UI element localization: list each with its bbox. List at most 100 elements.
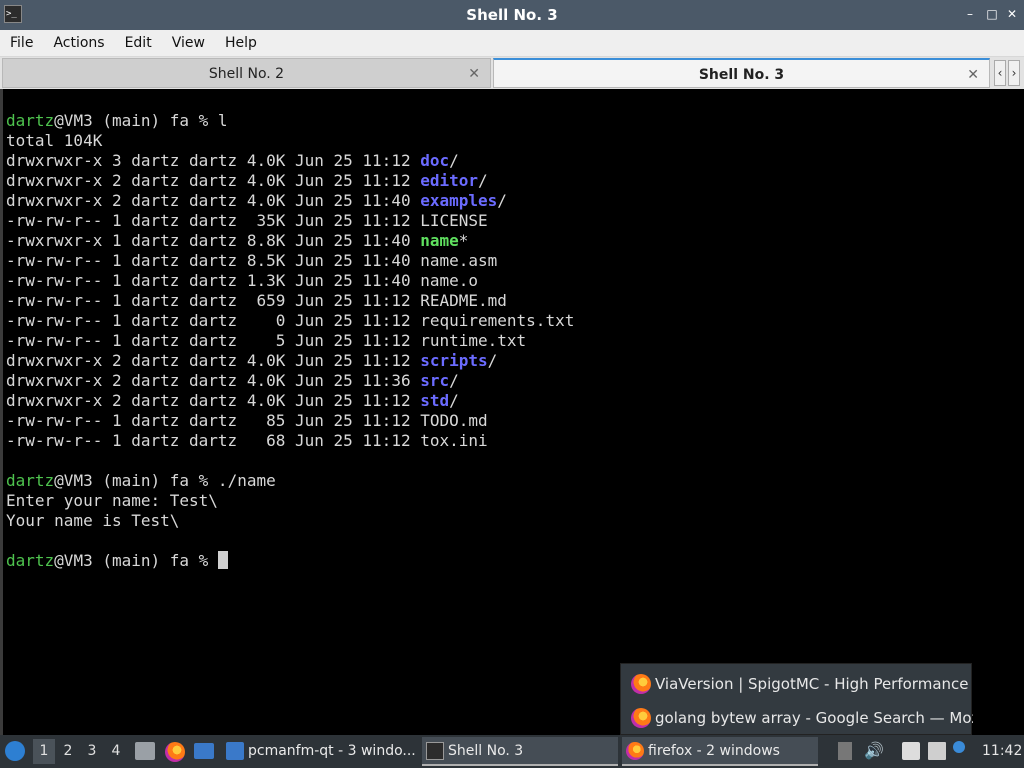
desktop-3[interactable]: 3 — [81, 739, 103, 764]
tab-label: Shell No. 3 — [698, 67, 785, 83]
window-title: Shell No. 3 — [466, 6, 558, 24]
terminal-output: dartz@VM3 (main) fa % l total 104K drwxrwx… — [6, 111, 574, 571]
terminal-text: -rw-rw-r-- 1 dartz dartz 8.5K Jun 25 11:… — [6, 251, 498, 270]
terminal-line: -rw-rw-r-- 1 dartz dartz 85 Jun 25 11:12… — [6, 411, 574, 431]
tab-scroll-right-icon[interactable]: › — [1008, 60, 1020, 86]
terminal-text: drwxrwxr-x 3 dartz dartz 4.0K Jun 25 11:… — [6, 151, 421, 170]
terminal-text: -rw-rw-r-- 1 dartz dartz 659 Jun 25 11:1… — [6, 291, 507, 310]
firefox-icon — [631, 674, 651, 694]
terminal-text: / — [449, 371, 459, 390]
terminal-line: dartz@VM3 (main) fa % ./name — [6, 471, 574, 491]
menu-help[interactable]: Help — [215, 30, 267, 56]
task-firefox[interactable]: firefox - 2 windows — [622, 737, 818, 766]
terminal-text: / — [449, 391, 459, 410]
close-tab-icon[interactable]: ✕ — [468, 59, 480, 89]
minimize-button[interactable]: – — [962, 6, 978, 22]
terminal-text: dartz — [6, 471, 55, 490]
tab-bar: Shell No. 2 ✕ Shell No. 3 ✕ — [0, 57, 1024, 89]
terminal-text: -rw-rw-r-- 1 dartz dartz 68 Jun 25 11:12… — [6, 431, 488, 450]
terminal-text: / — [449, 151, 459, 170]
task-shell-3[interactable]: Shell No. 3 — [422, 737, 618, 766]
maximize-button[interactable]: □ — [984, 6, 1000, 22]
terminal-text: examples — [420, 191, 498, 210]
update-notifier-icon[interactable] — [953, 741, 965, 753]
desktop-4[interactable]: 4 — [105, 739, 127, 764]
close-tab-icon[interactable]: ✕ — [967, 60, 979, 90]
terminal-text: std — [420, 391, 450, 410]
terminal-text: -rwxrwxr-x 1 dartz dartz 8.8K Jun 25 11:… — [6, 231, 421, 250]
terminal-text: @VM3 (main) fa % — [54, 551, 218, 570]
terminal-area[interactable]: dartz@VM3 (main) fa % l total 104K drwxrwx… — [0, 89, 1024, 735]
terminal-line: Enter your name: Test\ — [6, 491, 574, 511]
taskbar: 1 2 3 4 pcmanfm-qt - 3 windo... Shell No… — [0, 735, 1024, 768]
terminal-line: drwxrwxr-x 2 dartz dartz 4.0K Jun 25 11:… — [6, 371, 574, 391]
file-manager-launcher-icon[interactable] — [135, 742, 155, 760]
clipboard-icon[interactable] — [902, 742, 920, 760]
terminal-line: drwxrwxr-x 2 dartz dartz 4.0K Jun 25 11:… — [6, 171, 574, 191]
task-label: firefox - 2 windows — [648, 743, 780, 759]
title-bar[interactable]: >_ Shell No. 3 – □ ✕ — [0, 0, 1024, 30]
terminal-text: doc — [420, 151, 450, 170]
terminal-icon — [426, 742, 444, 760]
terminal-text: drwxrwxr-x 2 dartz dartz 4.0K Jun 25 11:… — [6, 351, 421, 370]
terminal-text: name — [420, 231, 459, 250]
menu-file[interactable]: File — [0, 30, 43, 56]
terminal-text: * — [458, 231, 469, 250]
terminal-text: dartz — [6, 111, 55, 130]
menu-view[interactable]: View — [162, 30, 215, 56]
terminal-text: total 104K — [6, 131, 103, 150]
terminal-text: drwxrwxr-x 2 dartz dartz 4.0K Jun 25 11:… — [6, 171, 421, 190]
firefox-launcher-icon[interactable] — [165, 742, 185, 762]
tray-up-arrow-icon[interactable] — [838, 742, 852, 760]
show-desktop-icon[interactable] — [194, 743, 214, 759]
tab-shell-2[interactable]: Shell No. 2 ✕ — [2, 58, 491, 88]
terminal-line: Your name is Test\ — [6, 511, 574, 531]
menu-edit[interactable]: Edit — [115, 30, 162, 56]
popup-item-viaversion[interactable]: ViaVersion | SpigotMC - High Performance… — [621, 667, 973, 701]
terminal-line: drwxrwxr-x 2 dartz dartz 4.0K Jun 25 11:… — [6, 391, 574, 411]
folder-icon — [226, 742, 244, 760]
start-menu-icon[interactable] — [5, 741, 25, 761]
terminal-text: @VM3 (main) fa % ./name — [54, 471, 276, 490]
terminal-line: -rw-rw-r-- 1 dartz dartz 659 Jun 25 11:1… — [6, 291, 574, 311]
tab-label: Shell No. 2 — [208, 66, 285, 82]
terminal-text: scripts — [420, 351, 488, 370]
terminal-line: total 104K — [6, 131, 574, 151]
firefox-icon — [631, 708, 651, 728]
terminal-text: Enter your name: Test\ — [6, 491, 218, 510]
terminal-text: -rw-rw-r-- 1 dartz dartz 35K Jun 25 11:1… — [6, 211, 488, 230]
terminal-line: -rw-rw-r-- 1 dartz dartz 8.5K Jun 25 11:… — [6, 251, 574, 271]
terminal-line: -rw-rw-r-- 1 dartz dartz 1.3K Jun 25 11:… — [6, 271, 574, 291]
menu-actions[interactable]: Actions — [43, 30, 114, 56]
clock[interactable]: 11:42 — [982, 735, 1022, 768]
popup-item-golang[interactable]: golang bytew array - Google Search — Moz… — [621, 701, 973, 735]
terminal-text: src — [420, 371, 450, 390]
desktop-1[interactable]: 1 — [33, 739, 55, 764]
terminal-text: editor — [420, 171, 479, 190]
network-icon[interactable] — [928, 742, 946, 760]
tab-shell-3[interactable]: Shell No. 3 ✕ — [493, 58, 990, 88]
terminal-text: drwxrwxr-x 2 dartz dartz 4.0K Jun 25 11:… — [6, 391, 421, 410]
volume-icon[interactable]: 🔊 — [864, 742, 884, 760]
task-pcmanfm[interactable]: pcmanfm-qt - 3 windo... — [222, 737, 418, 766]
terminal-text: / — [478, 171, 488, 190]
terminal-line: -rw-rw-r-- 1 dartz dartz 5 Jun 25 11:12 … — [6, 331, 574, 351]
terminal-text: -rw-rw-r-- 1 dartz dartz 5 Jun 25 11:12 … — [6, 331, 527, 350]
terminal-line: drwxrwxr-x 3 dartz dartz 4.0K Jun 25 11:… — [6, 151, 574, 171]
terminal-text: @VM3 (main) fa % l — [54, 111, 228, 130]
close-button[interactable]: ✕ — [1004, 6, 1020, 22]
window-list-popup: ViaVersion | SpigotMC - High Performance… — [620, 663, 973, 735]
task-label: Shell No. 3 — [448, 743, 524, 759]
terminal-line: dartz@VM3 (main) fa % l — [6, 111, 574, 131]
firefox-icon — [626, 742, 644, 760]
terminal-text: dartz — [6, 551, 55, 570]
terminal-text: / — [497, 191, 507, 210]
tab-scroll-left-icon[interactable]: ‹ — [994, 60, 1006, 86]
terminal-line: drwxrwxr-x 2 dartz dartz 4.0K Jun 25 11:… — [6, 191, 574, 211]
desktop-2[interactable]: 2 — [57, 739, 79, 764]
terminal-line: -rw-rw-r-- 1 dartz dartz 0 Jun 25 11:12 … — [6, 311, 574, 331]
terminal-text: -rw-rw-r-- 1 dartz dartz 85 Jun 25 11:12… — [6, 411, 488, 430]
terminal-text: -rw-rw-r-- 1 dartz dartz 1.3K Jun 25 11:… — [6, 271, 479, 290]
terminal-line: dartz@VM3 (main) fa % — [6, 551, 574, 571]
